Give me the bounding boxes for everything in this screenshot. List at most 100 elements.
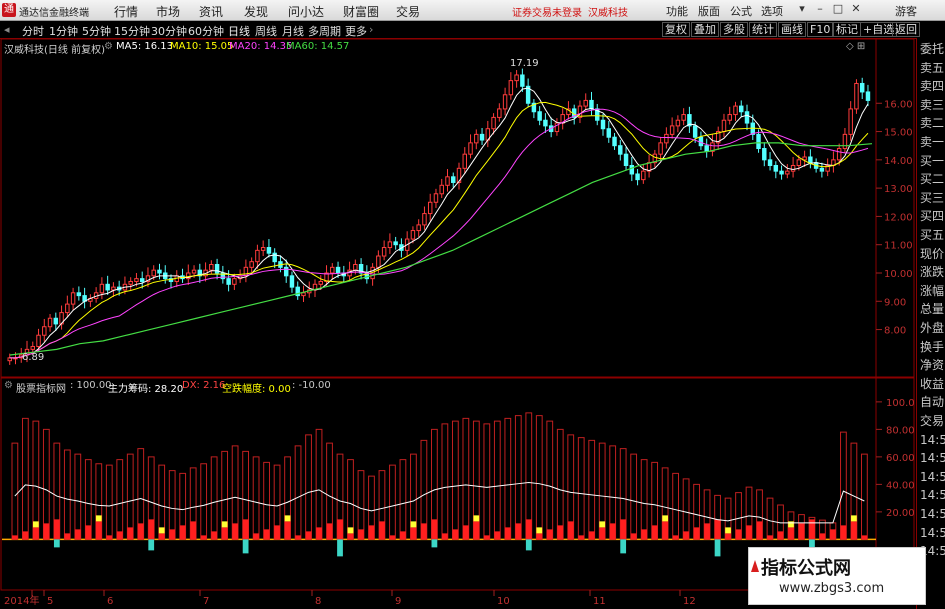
side-panel-item[interactable]: 买二: [920, 172, 944, 186]
candle-body: [376, 255, 381, 268]
side-panel-item[interactable]: 买一: [920, 154, 944, 168]
indicator-bar: [399, 459, 407, 540]
indicator-gear-icon[interactable]: ⚙: [4, 380, 13, 391]
candle-body: [543, 119, 548, 127]
indicator-fill-bar: [253, 533, 259, 540]
side-panel-item[interactable]: 买三: [920, 191, 944, 205]
indicator-fill-bar: [169, 529, 176, 540]
indicator-bar: [556, 428, 564, 540]
indicator-fill-bar: [22, 531, 29, 540]
candle-body: [47, 317, 53, 328]
candle-body: [330, 266, 335, 274]
chart-canvas[interactable]: 16.00 15.00 14.00 13.00 12.00 11.00 10.00 9.00 8…: [0, 0, 916, 609]
indicator-bar: [74, 453, 82, 540]
candle-body: [727, 114, 732, 121]
side-panel-item[interactable]: 委托: [920, 42, 944, 56]
candle-body: [151, 269, 156, 277]
candle-body: [796, 159, 802, 166]
indicator-yellow-bar: [851, 515, 857, 522]
side-panel-item[interactable]: 14:50: [920, 451, 945, 465]
indicator-fill-bar: [400, 531, 406, 540]
side-panel-item[interactable]: 14:50: [920, 488, 945, 502]
ma10-line: [9, 101, 869, 359]
ma60-line: [9, 142, 873, 356]
side-panel-item[interactable]: 自动: [920, 395, 944, 409]
side-panel-item[interactable]: 14:50: [920, 433, 945, 447]
price-panel-border: [0, 38, 915, 378]
x-tick-label: 5: [47, 596, 53, 607]
side-panel-item[interactable]: 买四: [920, 209, 944, 223]
side-panel-item[interactable]: 卖四: [920, 79, 944, 93]
panel-options-icon[interactable]: ◇ ⊞: [846, 41, 865, 52]
side-panel-item[interactable]: 卖一: [920, 135, 944, 149]
indicator-fill-bar: [536, 533, 543, 540]
candle-body: [583, 99, 588, 107]
side-panel-item[interactable]: 净资: [920, 358, 944, 372]
candle-body: [335, 266, 341, 274]
indicator-bar: [861, 453, 868, 540]
indicator-bar: [535, 415, 543, 540]
side-panel-item[interactable]: 卖三: [920, 98, 944, 112]
side-panel-item[interactable]: 现价: [920, 247, 944, 261]
side-panel-item[interactable]: 交易: [920, 414, 944, 428]
indicator-bar: [11, 442, 19, 540]
watermark-logo-icon: [749, 556, 761, 580]
side-panel-item[interactable]: 涨跌: [920, 265, 944, 279]
indicator-fill-bar: [337, 519, 343, 540]
x-tick-label: 10: [497, 596, 510, 607]
indicator-bar: [546, 420, 554, 540]
side-panel-item[interactable]: 买五: [920, 228, 944, 242]
side-panel-item[interactable]: 外盘: [920, 321, 944, 335]
price-tick-label: 14.00: [884, 156, 913, 167]
indicator-fill-bar: [43, 523, 50, 540]
side-panel-item[interactable]: 卖二: [920, 116, 944, 130]
x-tick-label: 11: [593, 596, 606, 607]
candle-body: [785, 170, 790, 175]
candle-body: [520, 74, 525, 87]
settings-gear-icon[interactable]: ⚙: [104, 41, 113, 52]
indicator-fill-bar: [137, 523, 144, 540]
candle-body: [767, 159, 773, 166]
candle-body: [681, 114, 686, 121]
side-panel-item[interactable]: 换手: [920, 340, 944, 354]
indicator-fill-bar: [620, 519, 627, 540]
price-tick-label: 11.00: [884, 241, 913, 252]
x-tick-label: 6: [107, 596, 113, 607]
candle-body: [537, 111, 542, 121]
candle-body: [502, 94, 508, 110]
side-panel-item[interactable]: 14:50: [920, 526, 945, 540]
candle-body: [462, 153, 467, 169]
price-tick-label: 15.00: [884, 128, 913, 139]
indicator-fill-bar: [74, 529, 81, 540]
indicator-bar: [116, 459, 124, 540]
candle-body: [641, 170, 646, 181]
candle-body: [226, 278, 231, 285]
indicator-fill-bar: [578, 535, 585, 540]
side-panel-item[interactable]: 总量: [920, 302, 944, 316]
indicator-fill-bar: [599, 527, 606, 540]
side-panel-item[interactable]: 收益: [920, 377, 944, 391]
candle-body: [76, 292, 82, 297]
candle-body: [479, 133, 485, 141]
candle-body: [134, 278, 139, 282]
side-panel-item[interactable]: 14:50: [920, 507, 945, 521]
candle-body: [692, 125, 698, 138]
side-panel-item[interactable]: 卖五: [920, 61, 944, 75]
indicator-fill-bar: [735, 529, 742, 540]
candle-body: [675, 119, 681, 127]
candle-body: [157, 269, 162, 274]
indicator-fill-bar: [861, 535, 868, 540]
indicator-bar: [126, 453, 134, 540]
x-tick-label: 8: [315, 596, 321, 607]
candle-body: [744, 111, 750, 124]
candle-body: [243, 266, 249, 277]
side-panel-item[interactable]: 涨幅: [920, 284, 944, 298]
price-tick-label: 10.00: [884, 269, 913, 280]
indicator-fill-bar: [274, 525, 280, 540]
indicator-negative-bar: [53, 539, 60, 548]
indicator-fill-bar: [32, 527, 39, 540]
candle-body: [53, 317, 59, 325]
side-panel-item[interactable]: 14:50: [920, 470, 945, 484]
candle-body: [497, 108, 502, 118]
candle-body: [739, 105, 744, 113]
